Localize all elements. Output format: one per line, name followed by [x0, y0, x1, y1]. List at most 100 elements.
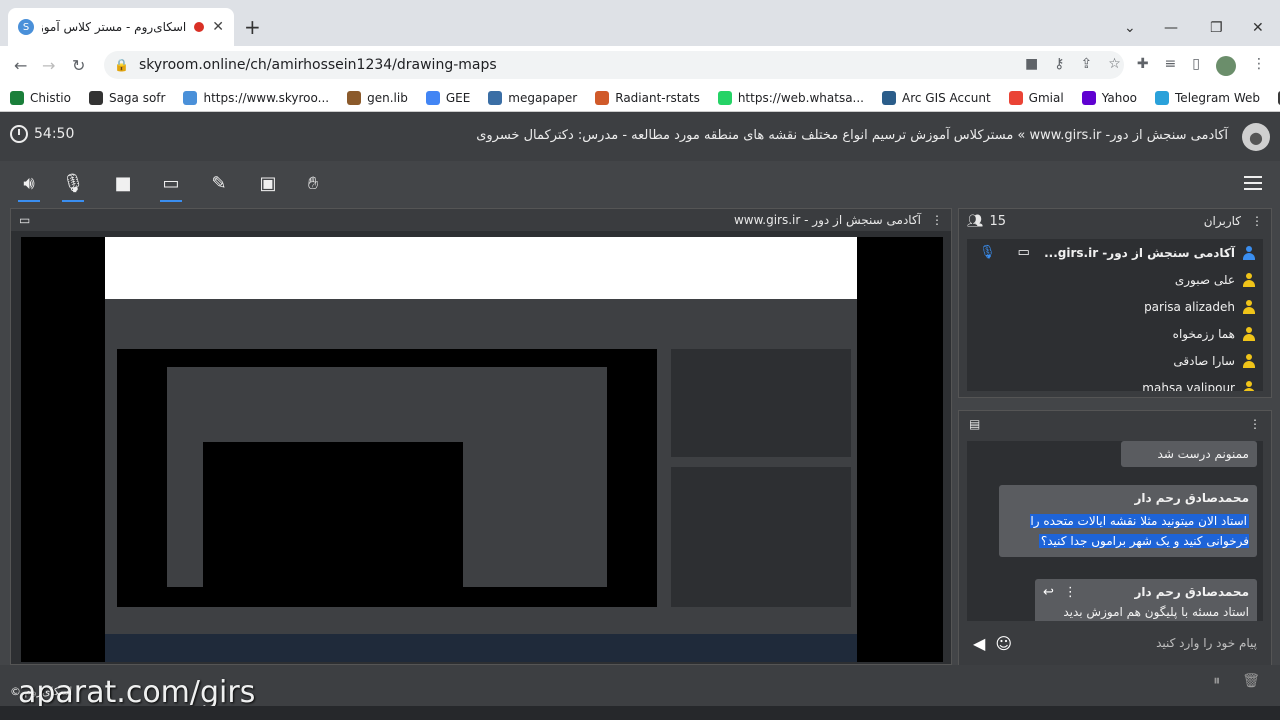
bookmark-item[interactable]: Radiant-rstats [595, 90, 700, 105]
mic-active-icon: 🎙︎ [979, 245, 996, 260]
screen-share-icon[interactable]: ▭ [158, 173, 184, 202]
message-menu-icon[interactable]: ⋮ [1064, 585, 1077, 600]
nested-chat-panel [671, 467, 851, 607]
menu-dots-icon[interactable]: ⋮ [1252, 56, 1266, 76]
bookmark-favicon-icon [183, 90, 198, 105]
message-text: ممنونم درست شد [1157, 447, 1249, 461]
tab-close-icon[interactable]: ✕ [212, 19, 224, 35]
user-row[interactable]: mahsa valipour [967, 374, 1263, 391]
recording-icon [194, 22, 205, 32]
video-camera-icon[interactable]: ■ [110, 173, 136, 194]
minimize-button[interactable]: — [1164, 20, 1178, 36]
nested-taskbar [105, 634, 857, 662]
bookmarks-bar: Chistio Saga sofr https://www.skyroo... gen… [0, 84, 1280, 112]
user-row[interactable]: هما رزمخواه [967, 320, 1263, 347]
share-icon[interactable]: ⇪ [1081, 56, 1093, 76]
reload-icon[interactable]: ↻ [72, 56, 85, 75]
bookmark-item[interactable]: Saga sofr [88, 90, 165, 105]
chat-message: محمدصادق رحم دار استاد الان میتونید مثلا… [999, 485, 1257, 557]
bookmark-item[interactable]: Arc GIS Accunt [882, 90, 991, 105]
chat-input[interactable] [1022, 636, 1257, 650]
menu-icon[interactable] [1244, 176, 1262, 190]
pause-icon[interactable]: ⏸ [1213, 673, 1220, 689]
trash-icon[interactable]: 🗑︎ [1242, 673, 1260, 689]
skyroom-favicon-icon: S [18, 19, 34, 35]
person-icon [1243, 353, 1255, 368]
session-timer: 54:50 [10, 125, 74, 143]
chat-options-icon[interactable]: ⋮ [1249, 417, 1261, 431]
bookmark-label: Chistio [30, 90, 71, 105]
bookmark-item[interactable]: GEE [425, 90, 471, 105]
bookmark-label: megapaper [508, 90, 578, 105]
key-icon[interactable]: ⚷ [1054, 56, 1064, 76]
reply-icon[interactable]: ↩ [1043, 585, 1054, 600]
player-controls: ⏸ 🗑︎ [1213, 673, 1260, 689]
chat-message: ممنونم درست شد [1121, 441, 1257, 467]
users-title: کاربران [1203, 214, 1241, 228]
user-row[interactable]: علی صبوری [967, 266, 1263, 293]
bookmark-item[interactable]: Chistio [10, 90, 71, 105]
user-row[interactable]: سارا صادقی [967, 347, 1263, 374]
url-text: skyroom.online/ch/amirhossein1234/drawin… [138, 57, 497, 73]
raise-hand-icon[interactable]: ✋︎ [300, 173, 326, 194]
new-tab-button[interactable]: + [244, 17, 261, 37]
speaker-icon[interactable]: 🔊︎ [16, 173, 42, 202]
chat-panel-header: ▤ ⋮ [959, 411, 1271, 437]
share-panel-header: ▭ آکادمی سنجش از دور - www.girs.ir ⋮ [11, 209, 951, 231]
chat-message: ⋮ ↩ محمدصادق رحم دار استاد مسئه با پلیگو… [1035, 579, 1257, 621]
bookmark-label: Radiant-rstats [615, 90, 700, 105]
bookmark-favicon-icon [488, 90, 503, 105]
bookmark-label: https://web.whatsa... [737, 90, 864, 105]
extension-icons: ■ ⚷ ⇪ ☆ ✚ ≡ ▯ ⋮ [1025, 56, 1266, 76]
person-icon [1243, 272, 1255, 287]
bookmark-item[interactable]: https://web.whatsa... [717, 90, 864, 105]
puzzle-icon[interactable]: ✚ [1137, 56, 1149, 76]
restore-button[interactable]: ❐ [1210, 20, 1223, 36]
omnibox[interactable]: 🔒 skyroom.online/ch/amirhossein1234/draw… [104, 51, 1124, 79]
users-list: 🎙︎ ▭ آکادمی سنجش از دور- girs.ir... علی صبو… [967, 239, 1263, 391]
bookmark-favicon-icon [595, 90, 610, 105]
star-icon[interactable]: ☆ [1108, 56, 1121, 76]
account-icon[interactable]: ● [1242, 123, 1270, 151]
bookmark-label: Arc GIS Accunt [902, 90, 991, 105]
user-name: علی صبوری [1174, 272, 1235, 287]
bookmark-label: https://www.skyroo... [203, 90, 330, 105]
user-row[interactable]: 🎙︎ ▭ آکادمی سنجش از دور- girs.ir... [967, 239, 1263, 266]
bookmark-item[interactable]: megapaper [488, 90, 578, 105]
emoji-icon[interactable]: ☺ [995, 634, 1012, 653]
tab-search-icon[interactable]: ⌄ [1124, 20, 1136, 36]
camera-icon[interactable]: ■ [1025, 56, 1038, 76]
back-icon[interactable]: ← [14, 56, 27, 75]
reading-list-icon[interactable]: ≡ [1165, 56, 1177, 76]
chat-panel: ▤ ⋮ ممنونم درست شد محمدصادق رحم دار استا… [958, 410, 1272, 666]
share-options-icon[interactable]: ⋮ [931, 213, 943, 227]
sidebar-icon[interactable]: ▯ [1192, 56, 1200, 76]
bookmark-item[interactable]: Yahoo [1081, 90, 1137, 105]
bookmark-item[interactable]: Gmial [1008, 90, 1064, 105]
bookmark-item[interactable]: https://www.skyroo... [183, 90, 330, 105]
room-header: 54:50 آکادمی سنجش از دور- www.girs.ir » … [0, 113, 1280, 161]
bookmark-label: GEE [445, 90, 471, 105]
profile-avatar[interactable] [1216, 56, 1236, 76]
message-sender: محمدصادق رحم دار [1134, 491, 1249, 505]
chat-messages: ممنونم درست شد محمدصادق رحم دار استاد ال… [967, 441, 1263, 621]
screen-share-active-icon: ▭ [1017, 245, 1030, 260]
bookmark-favicon-icon [1081, 90, 1096, 105]
room-footer: © اسکای‌روم aparat.com/girs ⏸ 🗑︎ [0, 665, 1280, 720]
message-text: استاد الان میتونید مثلا نقشه ایالات متحد… [1030, 514, 1249, 548]
bookmark-item[interactable]: Telegram Web [1155, 90, 1260, 105]
owner-tools: 🎙︎ ▭ [979, 245, 1030, 260]
users-options-icon[interactable]: ⋮ [1251, 214, 1263, 228]
microphone-icon[interactable]: 🎙︎ [60, 173, 86, 202]
brush-icon[interactable]: ✎ [206, 173, 232, 194]
forward-icon[interactable]: → [42, 56, 55, 75]
close-window-button[interactable]: ✕ [1252, 20, 1264, 36]
user-row[interactable]: parisa alizadeh [967, 293, 1263, 320]
send-icon[interactable]: ◀ [973, 634, 985, 653]
aparat-watermark: aparat.com/girs [18, 675, 256, 710]
bookmark-label: Gmial [1028, 90, 1064, 105]
presentation-icon[interactable]: ▣ [255, 173, 281, 194]
browser-tab[interactable]: S اسکای‌روم - مستر کلاس آموزش ✕ [8, 8, 234, 46]
bookmark-item[interactable]: gen.lib [347, 90, 408, 105]
clock-icon [10, 125, 28, 143]
